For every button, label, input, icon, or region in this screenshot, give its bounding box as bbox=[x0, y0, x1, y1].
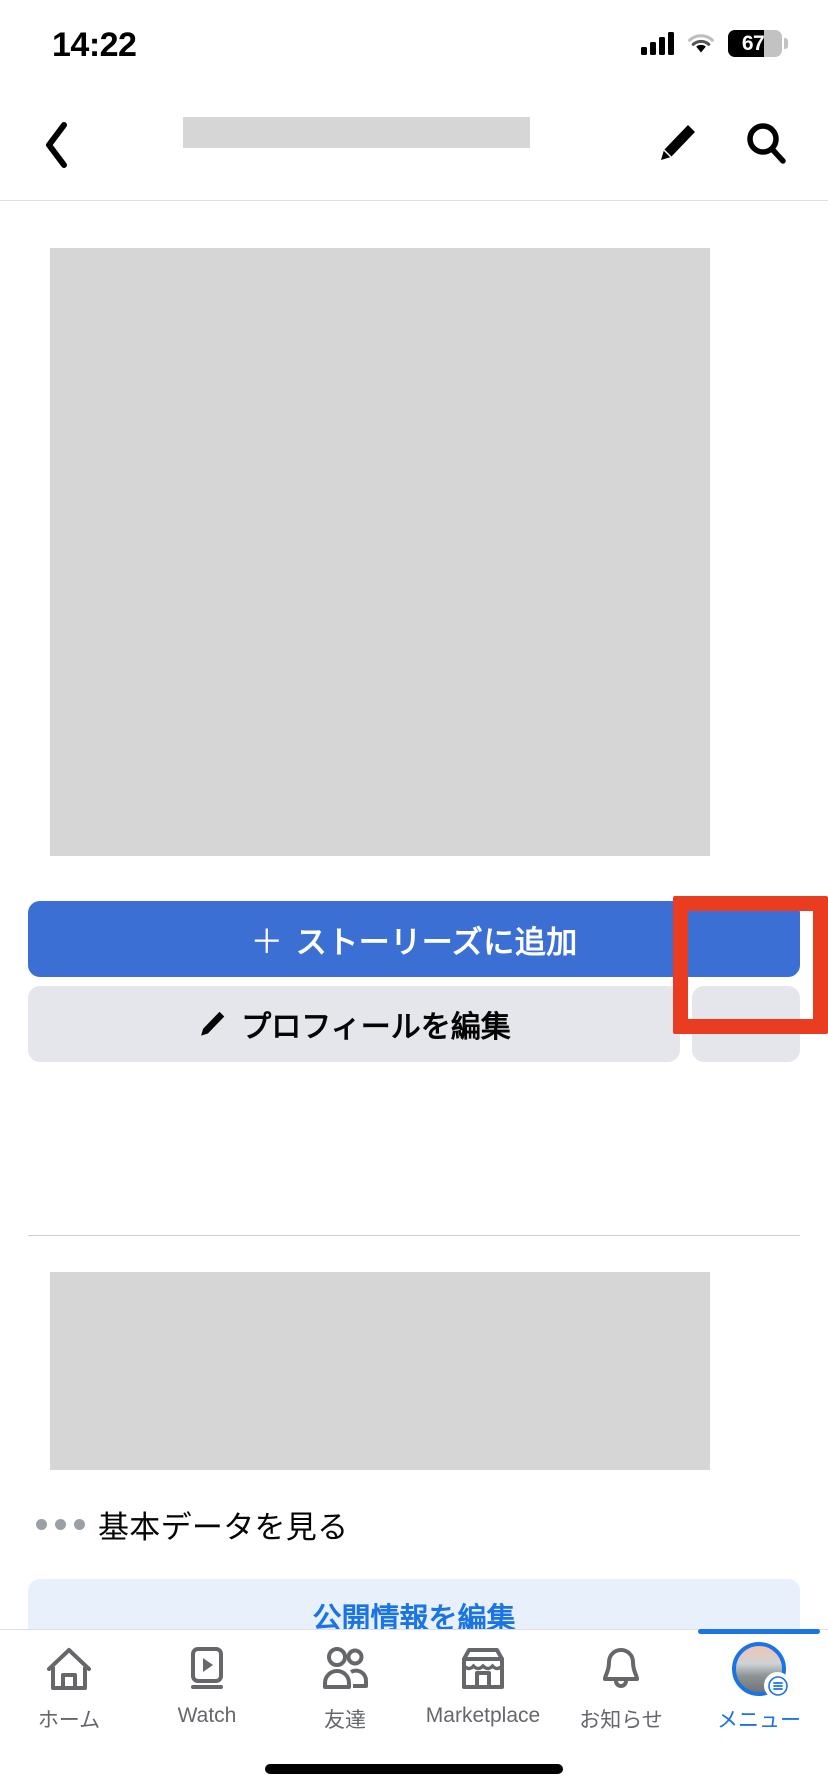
search-icon bbox=[747, 123, 786, 164]
tab-watch[interactable]: Watch bbox=[138, 1642, 276, 1728]
section-divider bbox=[28, 1235, 800, 1236]
ellipsis-icon bbox=[28, 1518, 98, 1530]
search-button[interactable] bbox=[734, 108, 798, 178]
battery-level: 67 bbox=[741, 31, 765, 55]
more-options-button[interactable] bbox=[692, 986, 800, 1062]
compose-button[interactable] bbox=[646, 108, 708, 178]
tab-friends[interactable]: 友達 bbox=[276, 1642, 414, 1734]
tab-marketplace-label: Marketplace bbox=[425, 1704, 541, 1727]
plus-icon: ＋ bbox=[250, 923, 284, 960]
avatar-menu-icon bbox=[732, 1642, 791, 1699]
edit-profile-button[interactable]: プロフィールを編集 bbox=[28, 986, 680, 1062]
tab-notifications[interactable]: お知らせ bbox=[552, 1642, 690, 1734]
phone-screen: 14:22 67 ＋ ストーリーズに追加 プロフィールを編集 基本データを見る … bbox=[0, 0, 828, 1792]
tab-home[interactable]: ホーム bbox=[0, 1642, 138, 1734]
ellipsis-icon bbox=[741, 1019, 751, 1029]
add-to-story-button[interactable]: ＋ ストーリーズに追加 bbox=[28, 901, 800, 977]
tab-notifications-label: お知らせ bbox=[579, 1709, 663, 1732]
tab-home-label: ホーム bbox=[37, 1709, 101, 1732]
friends-icon bbox=[318, 1642, 372, 1696]
status-indicators: 67 bbox=[641, 30, 788, 57]
battery-icon: 67 bbox=[728, 30, 788, 57]
home-icon bbox=[44, 1642, 94, 1696]
back-button[interactable] bbox=[26, 110, 86, 180]
cellular-signal-icon bbox=[641, 31, 674, 55]
tab-menu-label: メニュー bbox=[717, 1709, 801, 1732]
tab-marketplace[interactable]: Marketplace bbox=[414, 1642, 552, 1728]
wifi-icon bbox=[688, 33, 714, 52]
tab-watch-label: Watch bbox=[177, 1704, 237, 1727]
navigation-bar bbox=[0, 96, 828, 201]
tab-friends-label: 友達 bbox=[324, 1709, 366, 1732]
pencil-icon bbox=[201, 1011, 225, 1036]
bell-icon bbox=[597, 1642, 645, 1696]
profile-photo-placeholder[interactable] bbox=[50, 248, 710, 856]
hamburger-badge-icon bbox=[764, 1672, 791, 1699]
add-to-story-label: ストーリーズに追加 bbox=[295, 924, 578, 960]
storefront-icon bbox=[457, 1642, 509, 1696]
pencil-icon bbox=[661, 125, 695, 160]
chevron-left-icon bbox=[46, 122, 67, 168]
tab-menu[interactable]: メニュー bbox=[690, 1642, 828, 1734]
page-title bbox=[183, 117, 530, 148]
ellipsis-icon bbox=[724, 1019, 734, 1029]
home-indicator bbox=[265, 1764, 563, 1774]
see-basic-info-label: 基本データを見る bbox=[98, 1509, 349, 1545]
bottom-tab-bar: ホーム Watch 友達 Marketplace お知らせ メニュー bbox=[0, 1629, 828, 1792]
video-play-icon bbox=[182, 1642, 232, 1696]
ellipsis-icon bbox=[758, 1019, 768, 1029]
status-bar: 14:22 67 bbox=[0, 0, 828, 96]
edit-profile-label: プロフィールを編集 bbox=[241, 1011, 511, 1044]
bio-placeholder bbox=[50, 1272, 710, 1470]
see-basic-info-row[interactable]: 基本データを見る bbox=[28, 1491, 800, 1557]
status-time: 14:22 bbox=[52, 26, 137, 64]
